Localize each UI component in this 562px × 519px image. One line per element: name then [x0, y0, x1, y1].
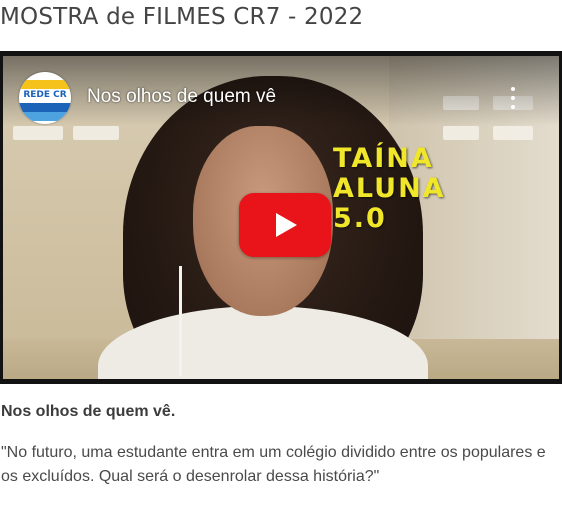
logo-yellow-band: [19, 80, 71, 89]
video-overlay-text: TAÍNA ALUNA 5.0: [333, 144, 446, 234]
vertical-ellipsis-icon[interactable]: [503, 84, 523, 112]
video-earphone-cable: [179, 266, 182, 376]
channel-logo[interactable]: REDE CR: [19, 72, 71, 124]
video-title-link[interactable]: Nos olhos de quem vê: [87, 86, 276, 108]
youtube-play-icon: [276, 213, 297, 237]
video-background-detail: [13, 126, 63, 140]
play-button[interactable]: [239, 193, 331, 257]
overlay-line-name: TAÍNA: [333, 143, 434, 174]
video-caption-title: Nos olhos de quem vê.: [1, 403, 176, 420]
video-background-detail: [493, 126, 533, 140]
channel-logo-text: REDE CR: [23, 90, 67, 100]
page-title: MOSTRA de FILMES CR7 - 2022: [0, 4, 364, 30]
logo-blue-band: [19, 103, 71, 112]
overlay-line-role: ALUNA: [333, 173, 446, 204]
overlay-line-version: 5.0: [333, 203, 387, 234]
video-background-detail: [73, 126, 119, 140]
video-embed[interactable]: TAÍNA ALUNA 5.0 REDE CR Nos olhos de que…: [0, 51, 562, 384]
logo-light-blue-band: [19, 112, 71, 121]
video-caption-description: "No futuro, uma estudante entra em um co…: [1, 444, 546, 485]
video-player[interactable]: TAÍNA ALUNA 5.0 REDE CR Nos olhos de que…: [3, 56, 559, 379]
video-background-detail: [443, 126, 479, 140]
